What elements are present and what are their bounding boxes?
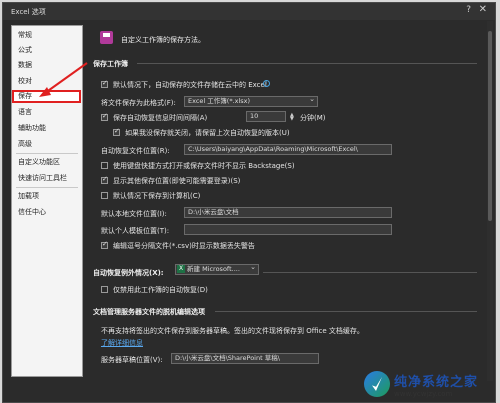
sidebar-divider (16, 153, 78, 154)
sidebar-item-quick-access[interactable]: 快速访问工具栏 (14, 173, 80, 184)
offline-editing-note: 不再支持将签出的文件保存到服务器草稿。签出的文件现将保存到 Office 文档缓… (101, 327, 364, 335)
sidebar-item-formulas[interactable]: 公式 (14, 45, 80, 56)
site-watermark: 纯净系统之家 www.ycwjzy.com (364, 369, 496, 399)
watermark-title: 纯净系统之家 (394, 374, 479, 390)
annotation-arrow-icon (39, 62, 88, 97)
section-divider (263, 272, 477, 273)
minutes-stepper[interactable]: ▲ ▼ (290, 113, 294, 122)
sidebar-item-addins[interactable]: 加载项 (14, 191, 80, 202)
personal-templates-label: 默认个人模板位置(T): (101, 227, 170, 235)
autorecover-location-label: 自动恢复文件位置(R): (101, 147, 170, 155)
autorecover-minutes-input[interactable]: 10 (246, 111, 286, 122)
options-scrollbar[interactable] (487, 21, 493, 381)
sidebar-item-customize-ribbon[interactable]: 自定义功能区 (14, 157, 80, 168)
dialog-title: Excel 选项 (11, 8, 46, 16)
no-backstage-checkbox[interactable] (101, 162, 108, 169)
section-divider (137, 63, 477, 64)
sidebar-item-advanced[interactable]: 高级 (14, 139, 80, 150)
csv-warning-label: 编辑逗号分隔文件(*.csv)时显示数据丢失警告 (113, 242, 255, 250)
sidebar-item-general[interactable]: 常规 (14, 30, 80, 41)
watermark-url: www.ycwjzy.com (394, 389, 453, 398)
autorecover-interval-label: 保存自动恢复信息时间间隔(A) (113, 114, 208, 122)
autorecover-location-input[interactable]: C:\Users\baiyang\AppData\Roaming\Microso… (184, 144, 392, 155)
watermark-logo-icon (364, 371, 390, 397)
server-drafts-label: 服务器草稿位置(V): (101, 356, 163, 364)
excel-options-dialog: Excel 选项 ? ✕ 常规 公式 数据 校对 保存 语言 辅助功能 高级 自… (2, 2, 496, 403)
info-icon[interactable]: i (263, 80, 270, 87)
learn-more-link[interactable]: 了解详细信息 (101, 338, 143, 348)
csv-warning-checkbox[interactable] (101, 240, 108, 249)
scrollbar-thumb[interactable] (488, 31, 492, 221)
save-format-dropdown[interactable]: Excel 工作簿(*.xlsx) (184, 96, 318, 107)
section-title-offline-editing: 文档管理服务器文件的脱机编辑选项 (93, 308, 205, 316)
show-additional-locations-label: 显示其他保存位置(即使可能需要登录)(S) (113, 177, 241, 185)
local-location-input[interactable]: D:\小米云盘\文档 (184, 207, 392, 218)
keep-last-version-checkbox[interactable] (113, 127, 120, 136)
save-to-computer-label: 默认情况下保存到计算机(C) (113, 192, 201, 200)
local-location-label: 默认本地文件位置(I): (101, 210, 167, 218)
disable-autorecover-label: 仅禁用此工作簿的自动恢复(D) (113, 286, 208, 294)
show-additional-locations-checkbox[interactable] (101, 175, 108, 184)
personal-templates-input[interactable] (184, 224, 392, 235)
server-drafts-input[interactable]: D:\小米云盘\文档\SharePoint 草稿\ (171, 353, 319, 364)
sidebar-item-language[interactable]: 语言 (14, 107, 80, 118)
autorecover-interval-checkbox[interactable] (101, 112, 108, 121)
excel-file-icon: X (177, 265, 185, 273)
autorecover-workbook-dropdown[interactable]: X 新建 Microsoft.... (175, 264, 259, 275)
minutes-unit-label: 分钟(M) (300, 114, 326, 122)
title-bar: Excel 选项 ? ✕ (3, 3, 495, 20)
save-format-label: 将文件保存为此格式(F): (101, 99, 176, 107)
section-divider (215, 311, 477, 312)
save-options-panel: 自定义工作簿的保存方法。 保存工作簿 默认情况下，自动保存的文件存储在云中的 E… (91, 25, 491, 385)
sidebar-item-trust-center[interactable]: 信任中心 (14, 207, 80, 218)
page-description: 自定义工作簿的保存方法。 (121, 36, 205, 44)
close-icon[interactable]: ✕ (479, 4, 487, 15)
autosave-cloud-label: 默认情况下，自动保存的文件存储在云中的 Excel (113, 81, 267, 89)
section-title-autorecover-exceptions: 自动恢复例外情况(X): (93, 269, 164, 277)
keep-last-version-label: 如果我没保存就关闭，请保留上次自动恢复的版本(U) (125, 129, 290, 137)
section-title-save-workbooks: 保存工作簿 (93, 60, 128, 68)
sidebar-item-accessibility[interactable]: 辅助功能 (14, 123, 80, 134)
autosave-cloud-checkbox[interactable] (101, 79, 108, 88)
help-icon[interactable]: ? (466, 5, 471, 15)
disable-autorecover-checkbox[interactable] (101, 286, 108, 293)
save-icon (100, 31, 113, 44)
sidebar-divider (16, 187, 78, 188)
save-to-computer-checkbox[interactable] (101, 192, 108, 199)
autorecover-workbook-value: 新建 Microsoft.... (187, 265, 240, 273)
no-backstage-label: 使用键盘快捷方式打开或保存文件时不显示 Backstage(S) (113, 162, 295, 170)
